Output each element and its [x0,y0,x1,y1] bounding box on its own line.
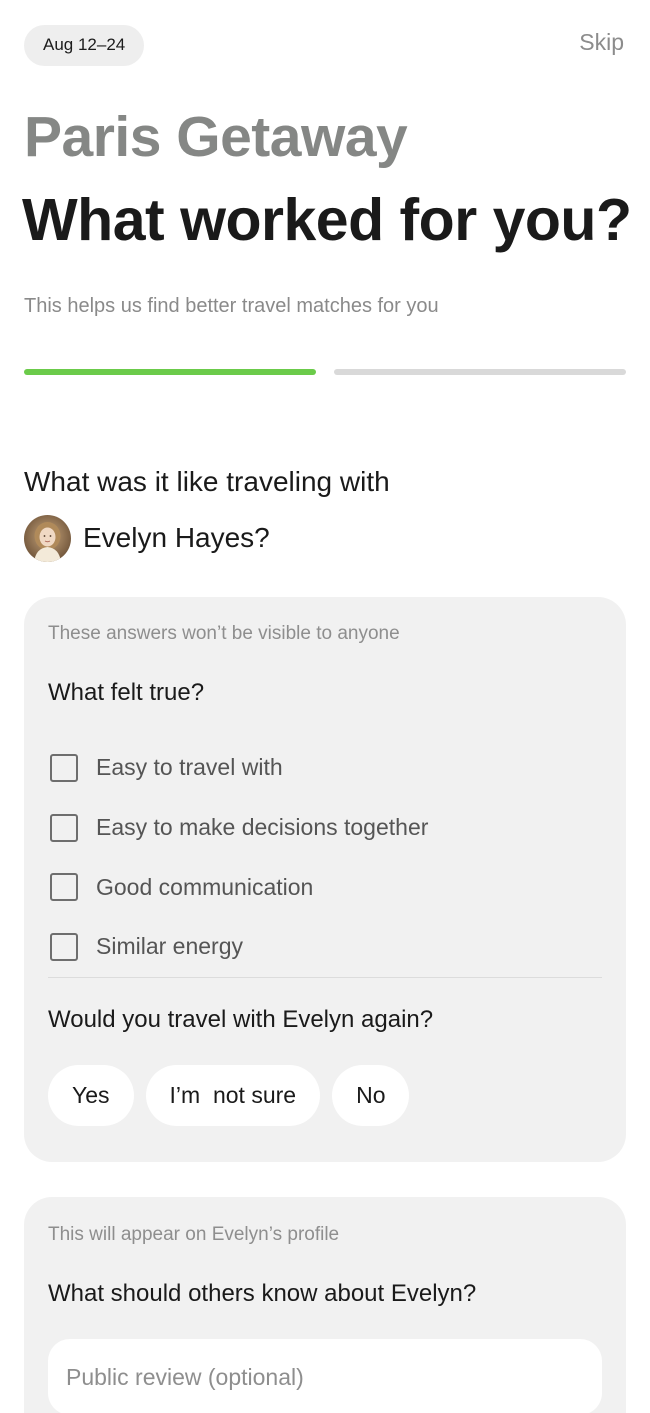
traits-checklist: Easy to travel with Easy to make decisio… [50,738,428,977]
travel-again-heading: Would you travel with Evelyn again? [48,1006,434,1033]
choice-no-button[interactable]: No [332,1065,410,1126]
traveler-name: Evelyn Hayes? [83,522,270,553]
checkbox-label: Easy to travel with [96,754,283,781]
checkbox-easy-to-travel-with[interactable]: Easy to travel with [50,738,428,798]
trip-title: Paris Getaway [24,105,408,169]
top-bar: Aug 12–24 Skip [24,24,626,66]
checkbox-good-communication[interactable]: Good communication [50,857,428,917]
skip-button[interactable]: Skip [579,29,626,56]
traveler-row: Evelyn Hayes? [24,514,270,562]
public-review-input[interactable] [48,1339,602,1413]
public-note: This will appear on Evelyn’s profile [48,1224,340,1245]
page-subtitle: This helps us find better travel matches… [24,295,439,317]
divider [48,977,602,978]
travel-again-choices: Yes I’m not sure No [48,1065,410,1126]
traveler-question: What was it like traveling with [24,466,390,497]
checkbox-label: Similar energy [96,933,243,960]
what-felt-true-heading: What felt true? [48,679,205,706]
checkbox-icon[interactable] [50,932,78,961]
checkbox-easy-decisions[interactable]: Easy to make decisions together [50,798,428,858]
progress-step-1 [24,369,316,375]
privacy-note: These answers won’t be visible to anyone [48,623,400,644]
public-review-heading: What should others know about Evelyn? [48,1280,477,1307]
checkbox-label: Easy to make decisions together [96,814,429,841]
checkbox-icon[interactable] [50,753,78,782]
choice-yes-button[interactable]: Yes [48,1065,134,1126]
checkbox-similar-energy[interactable]: Similar energy [50,917,428,977]
private-feedback-card: These answers won’t be visible to anyone… [24,597,626,1162]
choice-not-sure-button[interactable]: I’m not sure [145,1065,321,1126]
person-avatar-icon [24,514,71,562]
checkbox-label: Good communication [96,873,314,900]
avatar [24,514,71,562]
checkbox-icon[interactable] [50,873,78,902]
date-range-badge: Aug 12–24 [24,24,145,66]
public-review-card: This will appear on Evelyn’s profile Wha… [24,1197,626,1413]
page-title: What worked for you? [22,187,632,253]
progress-step-2 [334,369,626,375]
step-progress [24,369,626,375]
checkbox-icon[interactable] [50,813,78,842]
